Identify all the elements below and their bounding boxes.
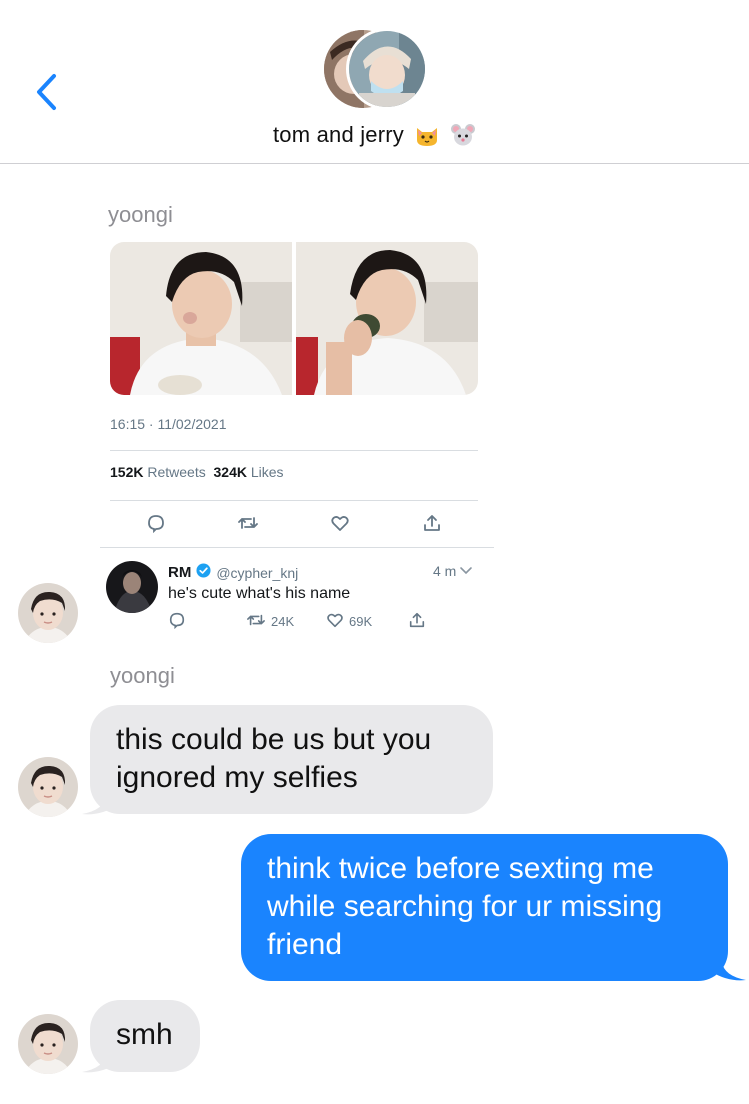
chevron-left-icon[interactable] <box>30 70 64 114</box>
bubble-tail <box>82 1040 116 1073</box>
cat-face-emoji <box>414 122 440 148</box>
retweet-icon[interactable] <box>237 512 259 534</box>
chevron-down-icon[interactable] <box>459 563 473 579</box>
retweet-button[interactable]: 24K <box>246 611 294 632</box>
reply-actions: 24K 69K <box>168 611 468 633</box>
divider <box>100 547 494 548</box>
sender-name: yoongi <box>108 202 173 227</box>
retweets-label[interactable]: Retweets <box>147 464 205 480</box>
reply-time[interactable]: 4 m <box>433 563 473 579</box>
sender-name: yoongi <box>110 663 175 688</box>
avatar[interactable] <box>18 583 78 643</box>
reply-icon[interactable] <box>145 512 167 534</box>
tweet-photos[interactable] <box>110 242 478 395</box>
mouse-face-emoji <box>450 122 476 148</box>
likes-count[interactable]: 324K <box>214 464 247 480</box>
reply-tweet[interactable]: RM @cypher_knj 4 m he's cute what's his … <box>98 549 494 639</box>
like-icon <box>326 611 344 632</box>
tweet-card[interactable]: 16:15 · 11/02/2021 152K Retweets 324K Li… <box>98 230 494 548</box>
chat-header: tom and jerry <box>0 0 749 164</box>
reply-text: he's cute what's his name <box>168 585 351 602</box>
bubble-tail <box>712 948 746 981</box>
group-avatars[interactable] <box>322 28 428 112</box>
reply-handle[interactable]: @cypher_knj <box>216 565 298 581</box>
avatar[interactable] <box>18 1014 78 1074</box>
group-title: tom and jerry <box>273 122 404 147</box>
likes-label[interactable]: Likes <box>251 464 284 480</box>
bubble-tail <box>82 782 116 815</box>
like-button[interactable]: 69K <box>326 611 372 632</box>
incoming-message-bubble[interactable]: this could be us but you ignored my self… <box>90 705 493 814</box>
outgoing-message-bubble[interactable]: think twice before sexting me while sear… <box>241 834 728 981</box>
retweet-count: 24K <box>271 614 295 629</box>
divider <box>110 500 478 501</box>
avatar[interactable] <box>106 561 158 613</box>
retweets-count[interactable]: 152K <box>110 464 143 480</box>
share-icon[interactable] <box>421 512 443 534</box>
reply-header: RM @cypher_knj <box>168 563 298 582</box>
share-icon[interactable] <box>408 611 426 629</box>
group-title-row[interactable]: tom and jerry <box>0 122 749 148</box>
like-icon[interactable] <box>329 512 351 534</box>
tweet-timestamp: 16:15 · 11/02/2021 <box>110 416 227 432</box>
tweet-stats: 152K Retweets 324K Likes <box>110 464 284 480</box>
tweet-photo-1[interactable] <box>110 242 292 395</box>
reply-icon[interactable] <box>168 611 186 629</box>
message-text: this could be us but you ignored my self… <box>116 723 432 794</box>
like-count: 69K <box>349 614 373 629</box>
reply-time-label: 4 m <box>433 563 457 579</box>
tweet-actions <box>110 512 478 534</box>
avatar <box>346 28 428 110</box>
tweet-photo-2[interactable] <box>296 242 478 395</box>
divider <box>110 450 478 451</box>
message-text: smh <box>116 1018 173 1051</box>
verified-badge-icon <box>196 563 211 582</box>
message-text: think twice before sexting me while sear… <box>267 852 663 961</box>
retweet-icon <box>246 611 266 632</box>
avatar[interactable] <box>18 757 78 817</box>
reply-author-name[interactable]: RM <box>168 564 191 581</box>
